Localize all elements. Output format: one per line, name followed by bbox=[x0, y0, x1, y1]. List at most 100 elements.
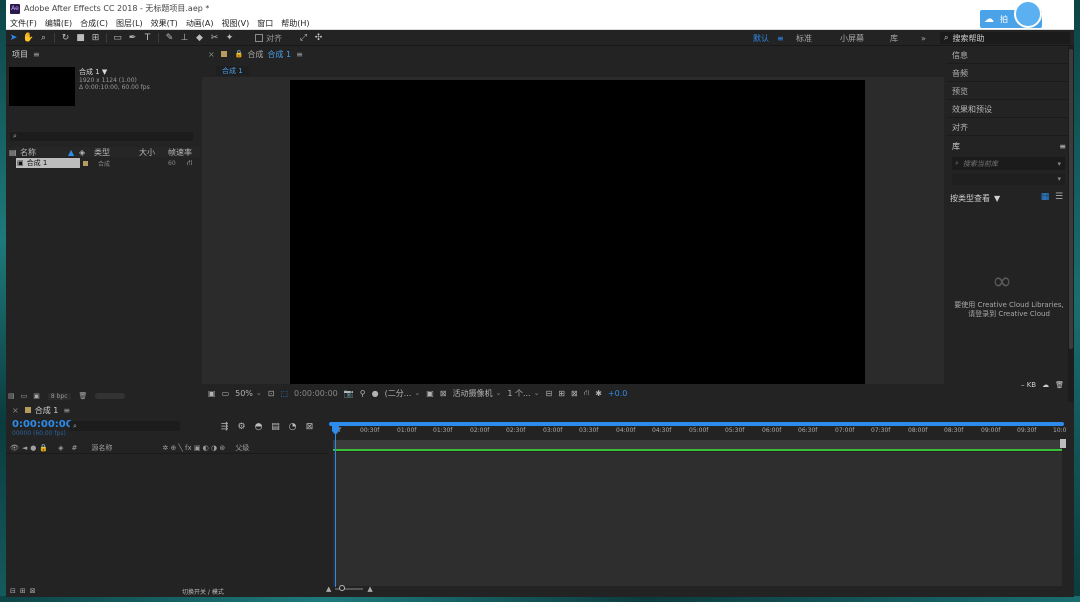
column-name[interactable]: 名称 bbox=[20, 147, 36, 157]
flowchart-icon[interactable]: ⛙ bbox=[187, 158, 193, 168]
show-snapshot-icon[interactable]: ⚲ bbox=[360, 389, 366, 398]
label-column-icon[interactable]: ▤ bbox=[9, 147, 17, 157]
trash-icon[interactable]: 🗑 bbox=[79, 392, 88, 400]
new-folder-icon[interactable]: ▭ bbox=[21, 392, 28, 400]
composition-mini-flowchart-icon[interactable]: ⇶ bbox=[216, 420, 233, 433]
menu-help[interactable]: 帮助(H) bbox=[277, 18, 313, 29]
panel-audio[interactable]: 音频 bbox=[946, 65, 1072, 82]
source-name-column[interactable]: 源名称 bbox=[91, 443, 112, 453]
snap-options-icon[interactable]: ✣ bbox=[311, 32, 326, 45]
project-item-name[interactable]: ▣ 合成 1 bbox=[16, 158, 80, 168]
sort-arrow-icon[interactable]: ▲ bbox=[68, 147, 74, 157]
panel-effects-presets[interactable]: 效果和预设 bbox=[946, 101, 1072, 118]
lock-icon[interactable]: 🔒 bbox=[235, 50, 244, 58]
menu-composition[interactable]: 合成(C) bbox=[76, 18, 112, 29]
lock-icon[interactable]: 🔒 bbox=[39, 444, 48, 452]
menu-window[interactable]: 窗口 bbox=[253, 18, 277, 29]
search-help-field[interactable]: ⌕ 搜索帮助 bbox=[940, 32, 1070, 44]
mask-visibility-icon[interactable]: ⊠ bbox=[440, 389, 447, 398]
hamburger-menu-icon[interactable]: ≡ bbox=[1059, 142, 1066, 151]
right-panel-scrollbar[interactable] bbox=[1068, 47, 1074, 402]
thumbnail-size-slider[interactable] bbox=[95, 393, 126, 399]
selection-tool-icon[interactable]: ➤ bbox=[6, 32, 21, 45]
close-icon[interactable]: × bbox=[208, 50, 215, 59]
color-channels-icon[interactable]: ● bbox=[372, 389, 379, 398]
layer-duration-track[interactable] bbox=[333, 440, 1062, 449]
viewer-tab-comp-name[interactable]: 合成 1 bbox=[267, 49, 291, 60]
audio-icon[interactable]: ◄ bbox=[22, 444, 27, 452]
layer-switches-pane-icon[interactable]: ⊟ bbox=[10, 587, 16, 595]
selected-comp-name[interactable]: 合成 1 ▼ bbox=[79, 67, 107, 77]
draft-3d-icon[interactable]: ⚙ bbox=[233, 420, 250, 433]
panel-preview[interactable]: 预览 bbox=[946, 83, 1072, 100]
rectangle-tool-icon[interactable]: ▭ bbox=[110, 32, 125, 45]
chevron-down-icon[interactable]: ▾ bbox=[1057, 160, 1061, 168]
panel-info[interactable]: 信息 bbox=[946, 47, 1072, 64]
playhead-line[interactable] bbox=[335, 433, 336, 587]
libraries-title[interactable]: 库 bbox=[952, 141, 960, 152]
eraser-tool-icon[interactable]: ◆ bbox=[192, 32, 207, 45]
chevron-down-icon[interactable]: ▼ bbox=[102, 68, 107, 76]
project-item-row[interactable]: ▣ 合成 1 合成 60 ⛙ bbox=[6, 158, 200, 168]
brush-tool-icon[interactable]: ✎ bbox=[162, 32, 177, 45]
time-ruler[interactable]: 0f 00:30f 01:00f 01:30f 02:00f 02:30f 03… bbox=[329, 427, 1066, 439]
transparency-grid-icon[interactable]: ▣ bbox=[426, 389, 434, 398]
pen-tool-icon[interactable]: ✒ bbox=[125, 32, 140, 45]
puppet-tool-icon[interactable]: ✦ bbox=[222, 32, 237, 45]
scrollbar-thumb[interactable] bbox=[1069, 49, 1073, 349]
column-frame-rate[interactable]: 帧速率 bbox=[168, 147, 192, 157]
project-panel-title[interactable]: 项目 bbox=[12, 49, 28, 60]
rotate-tool-icon[interactable]: ↻ bbox=[58, 32, 73, 45]
bit-depth-button[interactable]: 8 bpc bbox=[47, 392, 71, 400]
close-icon[interactable]: × bbox=[12, 406, 19, 415]
roto-brush-tool-icon[interactable]: ✂ bbox=[207, 32, 222, 45]
interpret-footage-icon[interactable]: ▤ bbox=[8, 392, 15, 400]
snap-icon[interactable]: ⤢ bbox=[296, 32, 311, 45]
label-tag-icon[interactable]: ◈ bbox=[58, 444, 63, 452]
align-checkbox[interactable] bbox=[255, 34, 263, 42]
workspace-small-screen[interactable]: 小屏幕 bbox=[840, 31, 864, 46]
shy-layers-icon[interactable]: ◓ bbox=[250, 420, 267, 433]
project-search-input[interactable]: ⌕ bbox=[10, 132, 193, 141]
switch-columns-icons[interactable]: ✲ ⊕ ╲ fx ▣ ◐ ◑ ⊛ bbox=[162, 444, 225, 452]
library-search-input[interactable]: ⌕ 搜索当前库 ▾ bbox=[952, 157, 1065, 170]
timeline-toggle-icon[interactable]: ⊠ bbox=[571, 389, 578, 398]
hamburger-menu-icon[interactable]: ≡ bbox=[33, 50, 40, 59]
pan-behind-tool-icon[interactable]: ⊞ bbox=[88, 32, 103, 45]
hamburger-menu-icon[interactable]: ≡ bbox=[296, 50, 303, 59]
panel-align[interactable]: 对齐 bbox=[946, 119, 1072, 136]
layer-number-column[interactable]: # bbox=[72, 444, 78, 452]
workspace-libraries[interactable]: 库 bbox=[890, 31, 898, 46]
menu-file[interactable]: 文件(F) bbox=[6, 18, 41, 29]
clone-stamp-tool-icon[interactable]: ⊥ bbox=[177, 32, 192, 45]
zoom-out-icon[interactable]: ▲ bbox=[326, 585, 331, 593]
timeline-track-area[interactable] bbox=[333, 452, 1062, 586]
exposure-icon[interactable]: ✱ bbox=[595, 389, 602, 398]
views-dropdown[interactable]: 1 个... ⌄ bbox=[507, 388, 539, 399]
current-timecode[interactable]: 0:00:00:00 bbox=[12, 419, 73, 430]
menu-effect[interactable]: 效果(T) bbox=[147, 18, 182, 29]
cloud-overlay-circle[interactable] bbox=[1014, 0, 1042, 28]
list-view-icon[interactable]: ☰ bbox=[1054, 192, 1064, 202]
menu-layer[interactable]: 图层(L) bbox=[112, 18, 147, 29]
solo-icon[interactable]: ● bbox=[30, 444, 36, 452]
exposure-value[interactable]: +0.0 bbox=[608, 389, 627, 398]
hamburger-menu-icon[interactable]: ≡ bbox=[63, 406, 70, 415]
new-composition-icon[interactable]: ▣ bbox=[33, 392, 40, 400]
comp-navigator-tab[interactable]: 合成 1 bbox=[216, 66, 249, 76]
workspace-standard[interactable]: 标准 bbox=[796, 31, 812, 46]
timeline-tab-name[interactable]: 合成 1 bbox=[35, 405, 59, 416]
grid-view-icon[interactable]: ▦ bbox=[1040, 192, 1050, 202]
region-of-interest-icon[interactable]: ⬚ bbox=[280, 389, 288, 398]
workspace-menu-icon[interactable]: ≡ bbox=[777, 31, 784, 46]
always-preview-icon[interactable]: ▣ bbox=[208, 389, 216, 398]
fast-previews-icon[interactable]: ⊞ bbox=[558, 389, 565, 398]
timeline-zoom-slider[interactable] bbox=[335, 585, 364, 591]
menu-animation[interactable]: 动画(A) bbox=[182, 18, 218, 29]
camera-dropdown[interactable]: 活动摄像机 ⌄ bbox=[452, 388, 501, 399]
align-toggle[interactable]: 对齐 bbox=[255, 33, 282, 44]
zoom-slider-knob[interactable] bbox=[339, 585, 346, 591]
timeline-search-input[interactable]: ⌕ bbox=[70, 421, 180, 431]
zoom-in-icon[interactable]: ▲ bbox=[367, 585, 372, 593]
video-eye-icon[interactable]: 👁 bbox=[10, 444, 19, 452]
